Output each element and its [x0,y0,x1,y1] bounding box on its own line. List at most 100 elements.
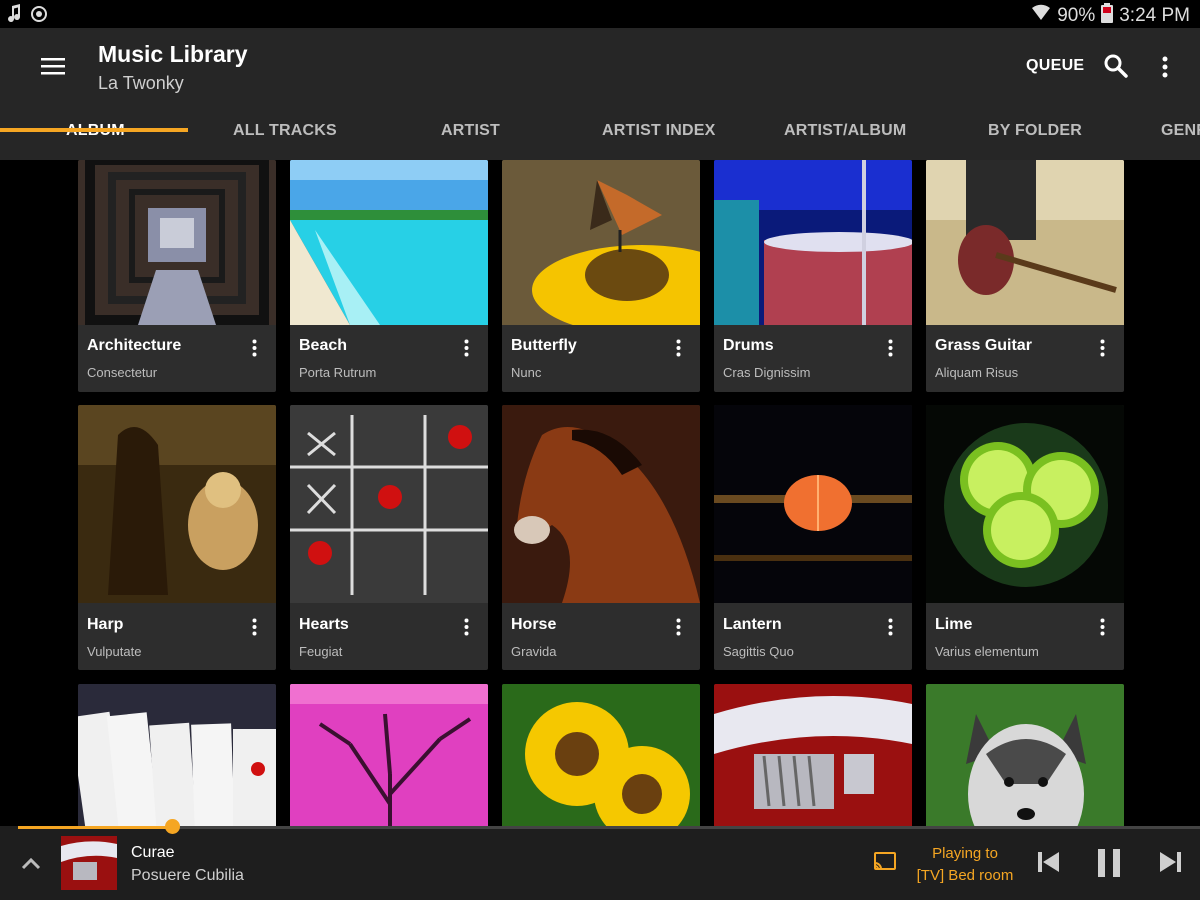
album-card[interactable] [714,684,912,826]
more-vertical-icon [252,339,256,357]
status-bar: 90% 3:24 PM [0,0,1200,28]
album-card[interactable] [290,684,488,826]
now-playing-title: Curae [131,844,175,861]
tab-artist-album[interactable]: ARTIST/ALBUM [784,122,906,140]
more-vertical-icon [888,339,892,357]
skip-previous-icon [1038,852,1059,872]
battery-level: 90% [1057,5,1096,26]
album-artist: Cras Dignissim [723,365,811,380]
more-vertical-icon [252,618,256,636]
skip-next-icon [1160,852,1181,872]
album-options-button[interactable] [458,336,474,360]
more-vertical-icon [464,339,468,357]
page-title: Music Library [98,41,248,67]
cast-icon [874,852,896,870]
album-card[interactable]: Lime Varius elementum [926,405,1124,670]
album-art-lime [926,405,1124,603]
album-title: Horse [511,616,557,633]
progress-thumb[interactable] [165,819,180,834]
album-title: Grass Guitar [935,337,1032,354]
album-options-button[interactable] [882,336,898,360]
album-card[interactable] [78,684,276,826]
pause-button[interactable] [1094,847,1124,879]
album-card[interactable]: Lantern Sagittis Quo [714,405,912,670]
album-options-button[interactable] [1094,615,1110,639]
album-card[interactable]: Harp Vulputate [78,405,276,670]
more-vertical-icon [676,618,680,636]
album-art-sunflower [502,684,700,826]
album-options-button[interactable] [246,615,262,639]
search-button[interactable] [1102,52,1130,80]
album-card[interactable]: Horse Gravida [502,405,700,670]
album-art-grass-guitar [926,160,1124,325]
album-card[interactable]: Hearts Feugiat [290,405,488,670]
album-card[interactable] [502,684,700,826]
previous-button[interactable] [1035,847,1065,879]
album-title: Butterfly [511,337,577,354]
album-art-cards [78,684,276,826]
album-card[interactable] [926,684,1124,826]
search-icon [1104,54,1128,78]
tab-by-folder[interactable]: BY FOLDER [988,122,1082,140]
cast-button[interactable] [873,851,897,873]
album-artist: Porta Rutrum [299,365,377,380]
next-button[interactable] [1156,847,1186,879]
album-title: Harp [87,616,124,633]
album-options-button[interactable] [882,615,898,639]
playing-to-label[interactable]: Playing to [TV] Bed room [900,843,1030,887]
album-options-button[interactable] [246,336,262,360]
album-card[interactable]: Grass Guitar Aliquam Risus [926,160,1124,392]
app-bar: Music Library La Twonky QUEUE ALBUM ALL … [0,28,1200,160]
album-art-red-car [714,684,912,826]
queue-button[interactable]: QUEUE [1026,57,1084,75]
progress-fill [18,826,172,829]
album-art-lantern [714,405,912,603]
album-title: Lantern [723,616,782,633]
active-tab-indicator [0,128,188,132]
chevron-up-icon [21,857,41,870]
album-title: Drums [723,337,774,354]
album-art-hearts [290,405,488,603]
tab-genre[interactable]: GENR [1161,122,1200,140]
album-artist: Vulputate [87,644,142,659]
tab-all-tracks[interactable]: ALL TRACKS [233,122,337,140]
playing-to-device: [TV] Bed room [916,867,1014,884]
album-artist: Nunc [511,365,542,380]
album-art-husky [926,684,1124,826]
album-options-button[interactable] [1094,336,1110,360]
album-title: Hearts [299,616,349,633]
menu-button[interactable] [36,48,70,84]
album-title: Architecture [87,337,182,354]
battery-icon [1101,3,1114,29]
clock: 3:24 PM [1119,5,1190,26]
album-options-button[interactable] [670,336,686,360]
album-options-button[interactable] [458,615,474,639]
tab-artist-index[interactable]: ARTIST INDEX [602,122,716,140]
album-artist: Consectetur [87,365,158,380]
progress-track[interactable] [18,826,1200,829]
expand-player-button[interactable] [18,851,44,877]
album-card[interactable]: Beach Porta Rutrum [290,160,488,392]
album-artist: Gravida [511,644,557,659]
playing-to-line1: Playing to [932,845,998,862]
wifi-icon [1031,4,1051,28]
album-card[interactable]: Butterfly Nunc [502,160,700,392]
album-art-harp [78,405,276,603]
sync-icon [30,4,48,29]
tab-artist[interactable]: ARTIST [441,122,500,140]
album-artist: Sagittis Quo [723,644,794,659]
album-grid[interactable]: Architecture Consectetur Beach Porta Rut… [0,160,1200,826]
album-art-pink-tree [290,684,488,826]
overflow-menu-button[interactable] [1154,52,1176,82]
now-playing-art[interactable] [61,836,117,890]
album-artist: Feugiat [299,644,343,659]
album-card[interactable]: Drums Cras Dignissim [714,160,912,392]
album-card[interactable]: Architecture Consectetur [78,160,276,392]
server-name: La Twonky [98,73,184,93]
more-vertical-icon [676,339,680,357]
album-artist: Varius elementum [935,644,1039,659]
menu-icon [41,58,65,75]
album-options-button[interactable] [670,615,686,639]
more-vertical-icon [888,618,892,636]
album-title: Beach [299,337,348,354]
